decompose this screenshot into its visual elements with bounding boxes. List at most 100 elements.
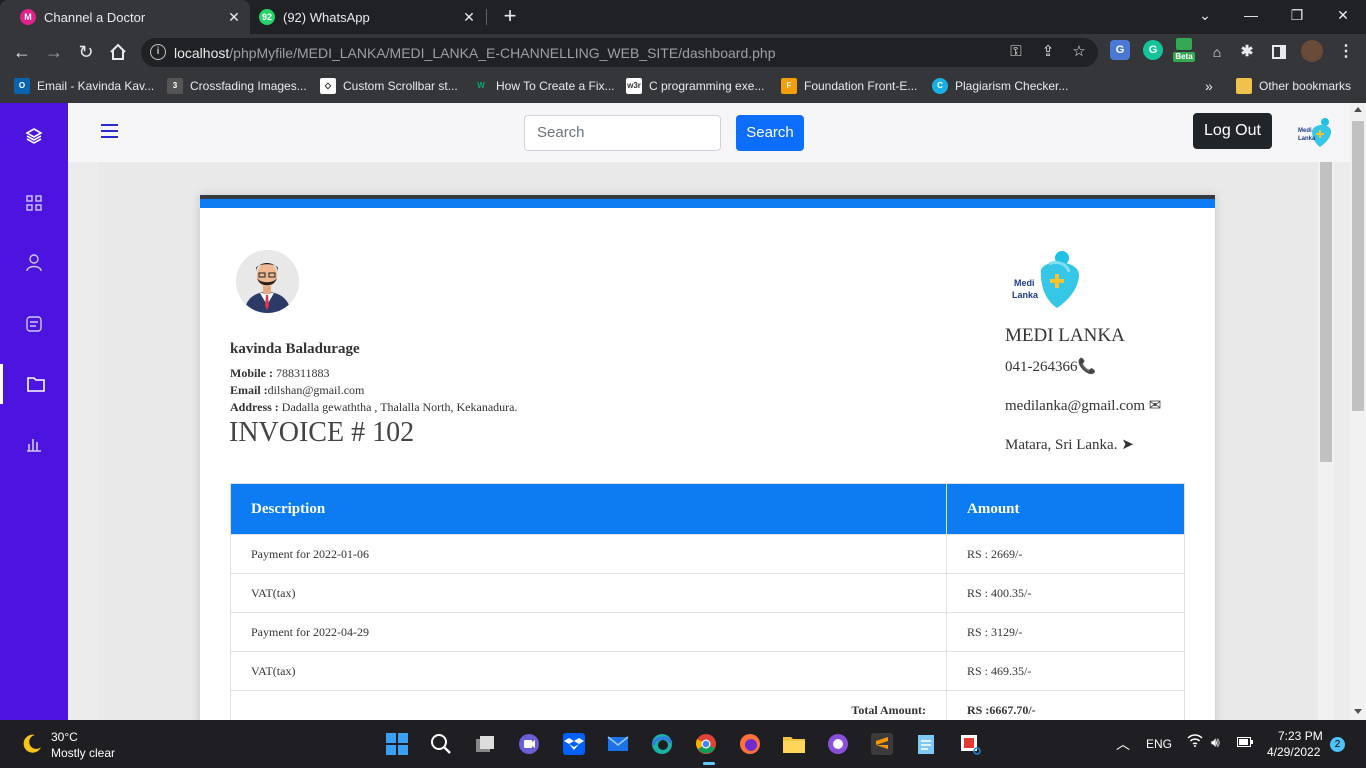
reload-icon[interactable]: ↻	[74, 40, 98, 64]
firefox-icon[interactable]	[738, 732, 762, 756]
key-icon[interactable]: ⚿	[1007, 43, 1025, 61]
vpn-extension-icon[interactable]: ⌂	[1207, 42, 1227, 62]
restore-button[interactable]: ❐	[1274, 0, 1320, 30]
share-icon[interactable]: ⇪	[1039, 43, 1057, 61]
row-amount: RS : 3129/-	[946, 612, 1185, 652]
bookmark-item[interactable]: ◇ Custom Scrollbar st...	[320, 77, 458, 95]
invoice-card: kavinda Baladurage Mobile : 788311883 Em…	[200, 195, 1215, 720]
bookmark-item[interactable]: O Email - Kavinda Kav...	[14, 77, 154, 95]
envelope-icon: ✉	[1148, 398, 1162, 414]
bookmark-item[interactable]: C Plagiarism Checker...	[932, 77, 1068, 95]
wifi-icon[interactable]	[1187, 733, 1203, 751]
sublime-text-icon[interactable]	[870, 732, 894, 756]
tray-chevron-up-icon[interactable]: ︿	[1116, 734, 1130, 754]
bookmark-item[interactable]: w3r C programming exe...	[626, 77, 764, 95]
more-bookmarks-chevron-icon[interactable]: »	[1205, 77, 1213, 95]
w3resource-icon: w3r	[626, 78, 642, 94]
medi-lanka-logo[interactable]: Medi Lanka	[1298, 117, 1334, 149]
file-explorer-icon[interactable]	[782, 732, 806, 756]
close-icon[interactable]: ✕	[461, 9, 477, 25]
tab-channel-a-doctor[interactable]: M Channel a Doctor ✕	[0, 0, 250, 34]
notification-badge[interactable]: 2	[1330, 737, 1345, 752]
column-header-amount: Amount	[946, 483, 1185, 535]
w3schools-icon: W	[477, 81, 485, 90]
scrollbar-thumb[interactable]	[1352, 121, 1364, 411]
table-row: Payment for 2022-01-06 RS : 2669/-	[230, 534, 1185, 574]
top-navigation: Search Search Log Out Medi Lanka	[68, 103, 1350, 162]
url-text[interactable]: localhost/phpMyfile/MEDI_LANKA/MEDI_LANK…	[174, 45, 776, 61]
hamburger-menu-icon[interactable]	[101, 124, 118, 138]
clinic-email: medilanka@gmail.com ✉	[1005, 398, 1162, 414]
sidebar-dashboard-icon[interactable]	[0, 183, 68, 223]
side-panel-icon[interactable]	[1269, 42, 1289, 62]
edge-browser-icon[interactable]	[650, 732, 674, 756]
notepad-icon[interactable]	[914, 732, 938, 756]
logout-button[interactable]: Log Out	[1193, 113, 1272, 149]
page-scrollbar[interactable]	[1350, 103, 1366, 720]
dropbox-icon[interactable]	[562, 732, 586, 756]
task-view-icon[interactable]	[473, 732, 497, 756]
sidebar	[0, 103, 68, 720]
bookmark-item[interactable]: W How To Create a Fix...	[473, 77, 614, 95]
forward-arrow-icon[interactable]: →	[42, 40, 66, 64]
home-icon[interactable]	[106, 40, 130, 64]
teams-chat-icon[interactable]	[517, 732, 541, 756]
scroll-down-arrow-icon[interactable]	[1354, 709, 1362, 714]
site-info-icon[interactable]: i	[150, 44, 166, 60]
close-window-button[interactable]: ✕	[1320, 0, 1366, 30]
row-amount: RS : 2669/-	[946, 534, 1185, 574]
scroll-up-arrow-icon[interactable]	[1354, 107, 1362, 112]
clock-date[interactable]: 4/29/2022	[1267, 745, 1320, 759]
chrome-active-indicator	[703, 762, 715, 765]
sidebar-chart-icon[interactable]	[0, 424, 68, 464]
total-row: Total Amount: RS :6667.70/-	[230, 690, 1185, 720]
inner-scrollbar[interactable]	[1318, 162, 1334, 720]
whatsapp-icon: 92	[259, 9, 275, 25]
speaker-icon[interactable]: 🔊︎	[1211, 734, 1220, 751]
clock-time[interactable]: 7:23 PM	[1278, 729, 1323, 743]
codepen-icon: ◇	[320, 78, 336, 94]
battery-icon[interactable]	[1237, 736, 1253, 751]
chrome-browser-icon[interactable]	[694, 732, 718, 756]
tab-search-chevron-icon[interactable]: ⌄	[1182, 0, 1228, 30]
back-arrow-icon[interactable]: ←	[10, 40, 34, 64]
clinic-logo: Medi Lanka	[1011, 250, 1083, 316]
clinic-phone: 041-264366📞	[1005, 359, 1097, 375]
invoice-accent-bar	[200, 199, 1215, 208]
location-arrow-icon: ➤	[1121, 437, 1134, 453]
extensions-puzzle-icon[interactable]: ✱	[1237, 42, 1257, 62]
bookmark-star-icon[interactable]: ☆	[1070, 43, 1088, 61]
close-icon[interactable]: ✕	[226, 9, 242, 25]
customer-name: kavinda Baladurage	[230, 341, 360, 357]
snipping-tool-icon[interactable]	[958, 732, 982, 756]
mail-icon[interactable]	[606, 732, 630, 756]
other-bookmarks[interactable]: Other bookmarks	[1236, 77, 1351, 95]
beta-extension-icon[interactable]: Beta	[1173, 38, 1195, 66]
grammarly-icon[interactable]: G	[1143, 40, 1163, 60]
windows-start-icon[interactable]	[385, 732, 409, 756]
sidebar-user-icon[interactable]	[0, 243, 68, 283]
search-icon[interactable]	[429, 732, 453, 756]
row-description: VAT(tax)	[230, 573, 947, 613]
bookmark-item[interactable]: F Foundation Front-E...	[781, 77, 917, 95]
phone-icon: 📞	[1077, 359, 1097, 375]
customer-avatar	[236, 250, 299, 313]
google-translate-icon[interactable]: G	[1110, 40, 1130, 60]
sidebar-document-icon[interactable]	[0, 304, 68, 344]
minimize-button[interactable]: —	[1228, 0, 1274, 30]
menu-kebab-icon[interactable]: ⋮	[1336, 42, 1356, 62]
total-label: Total Amount:	[230, 690, 947, 720]
bookmarks-bar: O Email - Kavinda Kav... 3 Crossfading Ima…	[0, 70, 1366, 103]
sidebar-folder-icon[interactable]	[0, 364, 68, 404]
table-row: VAT(tax) RS : 400.35/-	[230, 573, 1185, 613]
address-bar[interactable]: i localhost/phpMyfile/MEDI_LANKA/MEDI_LA…	[141, 38, 1098, 67]
language-indicator[interactable]: ENG	[1146, 737, 1172, 751]
github-desktop-icon[interactable]	[826, 732, 850, 756]
bookmark-item[interactable]: 3 Crossfading Images...	[167, 77, 307, 95]
search-input[interactable]: Search	[524, 115, 721, 151]
tab-whatsapp[interactable]: 92 (92) WhatsApp ✕	[250, 0, 485, 34]
sidebar-layers-icon[interactable]	[0, 116, 68, 156]
profile-avatar[interactable]	[1301, 40, 1323, 62]
search-button[interactable]: Search	[736, 115, 804, 151]
new-tab-button[interactable]: +	[498, 5, 522, 29]
